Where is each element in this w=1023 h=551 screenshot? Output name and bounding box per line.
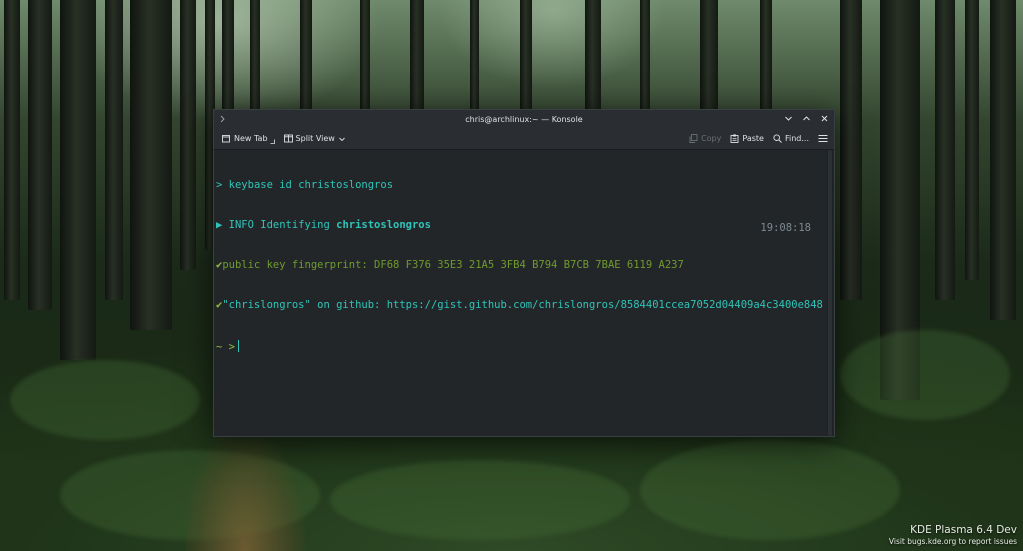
toolbar: New Tab Split View Copy Paste Find...	[214, 128, 834, 150]
plasma-version: KDE Plasma 6.4 Dev	[910, 524, 1017, 536]
text-cursor	[237, 339, 239, 352]
minimize-button[interactable]	[782, 112, 794, 124]
paste-button[interactable]: Paste	[730, 134, 764, 143]
hamburger-menu-icon	[818, 134, 828, 143]
github-proof-text: "chrislongros" on github: https://gist.g…	[222, 299, 823, 312]
info-prefix: INFO Identifying	[228, 219, 337, 232]
info-user: christoslongros	[336, 219, 431, 232]
prompt-line: ~ >	[216, 339, 834, 354]
paste-icon	[730, 134, 739, 143]
copy-icon	[689, 134, 698, 143]
info-line: ▶ INFO Identifying christoslongros	[216, 219, 834, 232]
command-line: > keybase id christoslongros	[216, 179, 834, 192]
new-tab-icon	[222, 135, 230, 143]
find-label: Find...	[784, 134, 809, 143]
bug-report-notice: Visit bugs.kde.org to report issues	[888, 537, 1017, 546]
command-text: keybase id christoslongros	[228, 178, 394, 191]
split-view-icon	[283, 134, 293, 143]
search-icon	[773, 134, 782, 143]
close-button[interactable]	[818, 112, 830, 124]
window-title: chris@archlinux:~ — Konsole	[465, 114, 583, 124]
prompt-dir: ~	[216, 340, 223, 353]
prompt-arrow: >	[228, 340, 235, 353]
new-tab-label: New Tab	[234, 134, 268, 143]
chevron-down-icon	[784, 116, 792, 121]
hamburger-menu-button[interactable]	[818, 134, 828, 143]
close-icon	[821, 115, 827, 121]
chevron-down-icon	[338, 137, 345, 141]
github-proof-line: ✔"chrislongros" on github: https://gist.…	[216, 299, 834, 312]
copy-label: Copy	[701, 134, 722, 143]
split-view-button[interactable]: Split View	[283, 134, 346, 143]
titlebar[interactable]: chris@archlinux:~ — Konsole	[214, 110, 834, 128]
konsole-window[interactable]: chris@archlinux:~ — Konsole New Tab Spli…	[213, 109, 835, 437]
fingerprint-line: ✔public key fingerprint: DF68 F376 35E3 …	[216, 259, 834, 272]
info-arrow-icon: ▶	[216, 219, 223, 232]
new-tab-button[interactable]: New Tab	[222, 134, 275, 144]
chevron-up-icon	[802, 115, 810, 120]
scrollbar-thumb[interactable]	[828, 150, 832, 436]
prompt-timestamp: 19:08:18	[760, 222, 811, 234]
scrollbar[interactable]	[827, 150, 833, 436]
fingerprint-text: public key fingerprint: DF68 F376 35E3 2…	[222, 259, 684, 272]
terminal-view[interactable]: > keybase id christoslongros ▶ INFO Iden…	[214, 150, 834, 436]
dropdown-corner-icon	[270, 139, 275, 144]
konsole-icon[interactable]	[220, 114, 230, 124]
copy-button[interactable]: Copy	[689, 134, 721, 143]
find-button[interactable]: Find...	[773, 134, 809, 143]
split-view-label: Split View	[295, 134, 335, 143]
maximize-button[interactable]	[800, 112, 812, 124]
kde-dev-notice: KDE Plasma 6.4 Dev Visit bugs.kde.org to…	[889, 524, 1017, 547]
prompt-symbol: >	[216, 178, 223, 191]
paste-label: Paste	[742, 134, 764, 143]
